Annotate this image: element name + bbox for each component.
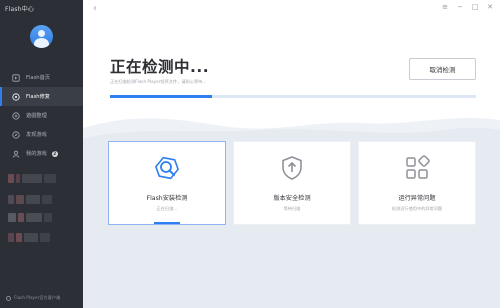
window-controls: ≡ − □ ✕	[441, 3, 494, 11]
card-status: 正在扫描...	[156, 206, 178, 211]
sidebar-item-label: 我的游戏	[26, 151, 47, 157]
sidebar-item-my-games[interactable]: 我的游戏 2	[0, 144, 83, 163]
card-status: 检测运行使用中的异常问题	[391, 206, 443, 211]
close-icon[interactable]: ✕	[486, 3, 494, 11]
blurred-game-entry	[8, 195, 52, 204]
card-label: 运行异常问题	[398, 195, 436, 202]
scan-progress-bar	[110, 95, 476, 98]
detection-cards: Flash安装检测 正在扫描... 版本安全检测 等待扫描 运行异常问题 检测运…	[109, 142, 475, 224]
app-title: Flash中心	[5, 6, 35, 13]
scan-progress-fill	[110, 95, 213, 98]
card-label: 版本安全检测	[273, 195, 311, 202]
card-active-indicator	[154, 222, 180, 224]
sidebar-item-game-organize[interactable]: 遊戲整理	[0, 106, 83, 125]
sidebar-item-flash-home[interactable]: Flash首页	[0, 68, 83, 87]
maximize-icon[interactable]: □	[471, 3, 479, 11]
menu-icon[interactable]: ≡	[441, 3, 449, 11]
footer-note: Flash Player官方客户端	[6, 295, 60, 301]
search-scan-icon	[153, 154, 181, 182]
page-title: 正在检测中...	[110, 58, 210, 76]
sidebar-item-discover-games[interactable]: 发现游戏	[0, 125, 83, 144]
footer-text: Flash Player官方客户端	[14, 295, 61, 300]
page-subtitle: 正在扫描检测Flash Player程序文件，请耐心等待...	[110, 79, 207, 84]
home-icon	[12, 73, 20, 82]
sidebar-item-label: Flash首页	[26, 75, 50, 81]
card-flash-install-check[interactable]: Flash安装检测 正在扫描...	[109, 142, 225, 224]
card-label: Flash安装检测	[146, 195, 188, 202]
back-chevron-icon[interactable]: ‹	[93, 4, 97, 14]
sidebar-item-label: 发现游戏	[26, 132, 47, 138]
blurred-game-entry	[8, 213, 52, 222]
repair-icon	[12, 92, 20, 101]
sidebar-item-flash-repair[interactable]: Flash修复	[0, 87, 83, 106]
sidebar-nav: Flash首页 Flash修复 遊戲整理 发现游戏 我的游戏 2	[0, 68, 83, 163]
blurred-game-entry	[8, 174, 56, 183]
apps-grid-icon	[403, 154, 431, 182]
main-panel: ‹ ≡ − □ ✕ 正在检测中... 正在扫描检测Flash Player程序文…	[83, 0, 500, 308]
compass-icon	[12, 130, 20, 139]
info-icon	[6, 295, 11, 301]
avatar[interactable]	[30, 25, 53, 48]
card-runtime-issues[interactable]: 运行异常问题 检测运行使用中的异常问题	[359, 142, 475, 224]
my-games-count-badge: 2	[51, 150, 58, 157]
sidebar-item-label: Flash修复	[26, 94, 50, 100]
card-version-security-check[interactable]: 版本安全检测 等待扫描	[234, 142, 350, 224]
minimize-icon[interactable]: −	[456, 3, 464, 11]
sidebar: Flash中心 Flash首页 Flash修复 遊戲整理 发现游戏 我的游戏 2…	[0, 0, 83, 308]
user-icon	[12, 150, 20, 158]
blurred-game-entry	[8, 233, 50, 242]
card-status: 等待扫描	[283, 206, 301, 211]
shield-icon	[278, 154, 306, 182]
sidebar-item-label: 遊戲整理	[26, 113, 47, 119]
gamepad-icon	[12, 111, 20, 120]
cancel-scan-button[interactable]: 取消检测	[409, 58, 476, 80]
